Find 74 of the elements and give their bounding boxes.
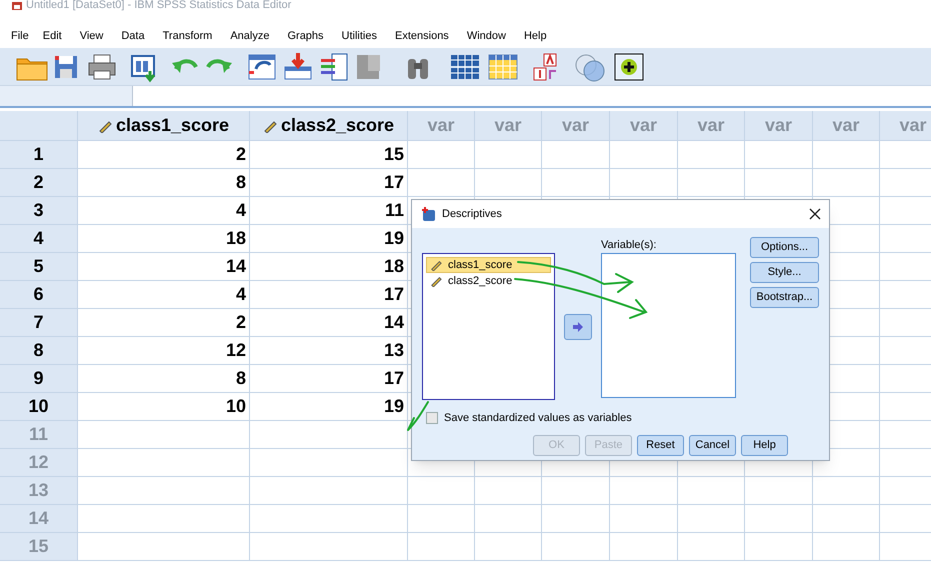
- table-cell: 4: [78, 197, 250, 224]
- column-name: class1_score: [116, 114, 230, 137]
- arrow-icon: [572, 320, 584, 332]
- menu-item[interactable]: Window: [466, 28, 506, 44]
- ruler-icon: [98, 118, 112, 132]
- table-cell: 4: [78, 281, 250, 308]
- source-variable-list[interactable]: class1_score class2_score: [422, 253, 555, 400]
- dialog-button[interactable]: Reset: [637, 434, 684, 456]
- dialog-button[interactable]: Options...: [750, 237, 819, 258]
- close-icon[interactable]: [809, 208, 821, 220]
- table-cell: 13: [250, 337, 408, 364]
- variable-name: class1_score: [448, 258, 512, 273]
- table-cell: 2: [78, 141, 250, 168]
- row-header[interactable]: 7: [0, 309, 78, 336]
- table-cell: 14: [78, 253, 250, 280]
- target-variable-list[interactable]: [601, 253, 736, 398]
- ruler-icon: [430, 259, 442, 271]
- row-header[interactable]: 5: [0, 253, 78, 280]
- table-cell: 8: [78, 169, 250, 196]
- table-cell: 17: [250, 169, 408, 196]
- column-name: class2_score: [280, 114, 394, 137]
- table-cell: 12: [78, 337, 250, 364]
- row-header[interactable]: 4: [0, 225, 78, 252]
- menu-item[interactable]: View: [80, 28, 104, 44]
- ruler-icon: [430, 275, 442, 287]
- checkbox-label: Save standardized values as variables: [444, 411, 632, 426]
- variables-icon[interactable]: [318, 50, 350, 82]
- dialog-button[interactable]: Bootstrap...: [750, 287, 819, 308]
- menu-item[interactable]: Transform: [162, 28, 212, 44]
- field-label: Variable(s):: [601, 238, 658, 253]
- add-icon[interactable]: [612, 50, 646, 82]
- menu-item[interactable]: Extensions: [395, 28, 449, 44]
- menu-item[interactable]: Analyze: [230, 28, 270, 44]
- column-header[interactable]: class2_score: [250, 111, 408, 140]
- menu-item[interactable]: Edit: [42, 28, 62, 44]
- row-header[interactable]: 10: [0, 393, 78, 420]
- checkbox[interactable]: [426, 412, 438, 424]
- row-header[interactable]: 3: [0, 197, 78, 224]
- menu-item[interactable]: Data: [121, 28, 145, 44]
- table-cell: 17: [250, 281, 408, 308]
- row-header[interactable]: 2: [0, 169, 78, 196]
- row-header[interactable]: 9: [0, 365, 78, 392]
- menu-item[interactable]: Utilities: [342, 28, 377, 44]
- row-header[interactable]: 1: [0, 141, 78, 168]
- table-cell: 14: [250, 309, 408, 336]
- row-header[interactable]: 6: [0, 281, 78, 308]
- row-header[interactable]: 8: [0, 337, 78, 364]
- table-cell: 17: [250, 365, 408, 392]
- table-cell: 10: [78, 393, 250, 420]
- variable-list-item[interactable]: class1_score: [426, 257, 551, 273]
- table-cell: 15: [250, 141, 408, 168]
- table-cell: 19: [250, 393, 408, 420]
- table-cell: 8: [78, 365, 250, 392]
- table-cell: 18: [78, 225, 250, 252]
- menu-item[interactable]: Graphs: [287, 28, 324, 44]
- dialog-button[interactable]: Help: [741, 434, 788, 456]
- dialog-button[interactable]: Style...: [750, 262, 819, 283]
- table-cell: 18: [250, 253, 408, 280]
- table-cell: 2: [78, 309, 250, 336]
- menu-item[interactable]: Help: [524, 28, 547, 44]
- cell-editor-field[interactable]: [132, 86, 931, 106]
- dialog-title: Descriptives: [442, 206, 502, 222]
- variable-name: class2_score: [448, 274, 512, 289]
- variable-list-item[interactable]: class2_score: [426, 273, 551, 289]
- window-title: Untitled1 [DataSet0] - IBM SPSS Statistics Data Editor: [26, 0, 292, 10]
- go-to-variable-icon[interactable]: [282, 50, 314, 82]
- table-cell: 19: [250, 225, 408, 252]
- dialog-button[interactable]: Cancel: [689, 434, 736, 456]
- move-button[interactable]: [564, 314, 592, 340]
- menu-item[interactable]: File: [11, 28, 29, 44]
- column-header[interactable]: class1_score: [78, 111, 250, 140]
- table-cell: 11: [250, 197, 408, 224]
- dialog-icon: [420, 206, 436, 222]
- ruler-icon: [262, 118, 277, 132]
